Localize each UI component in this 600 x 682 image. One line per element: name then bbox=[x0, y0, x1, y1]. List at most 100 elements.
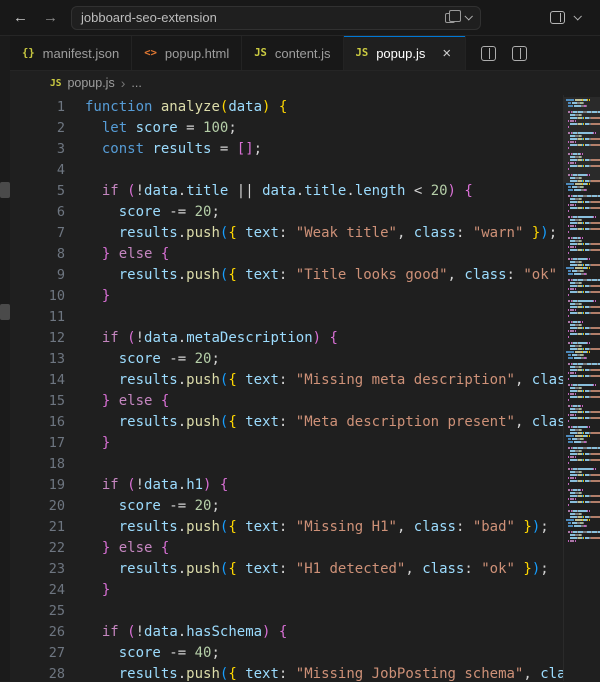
line-number: 6 bbox=[10, 202, 65, 223]
nav-history: ← → bbox=[0, 10, 71, 25]
code-line: 21 results.push({ text: "Missing H1", cl… bbox=[10, 517, 600, 538]
line-number: 13 bbox=[10, 349, 65, 370]
chevron-right-icon: › bbox=[121, 76, 126, 90]
code-line: 2 let score = 100; bbox=[10, 118, 600, 139]
line-number: 16 bbox=[10, 412, 65, 433]
chevron-down-icon[interactable] bbox=[573, 12, 581, 20]
window-title: jobboard-seo-extension bbox=[81, 10, 217, 25]
code-line: 17 } bbox=[10, 433, 600, 454]
line-number: 1 bbox=[10, 97, 65, 118]
tab-label: popup.html bbox=[165, 46, 229, 61]
line-number: 20 bbox=[10, 496, 65, 517]
command-center-actions bbox=[445, 13, 471, 23]
activity-bar-sliver-mark bbox=[0, 304, 10, 320]
breadcrumb[interactable]: JS popup.js › ... bbox=[10, 71, 600, 95]
code-line: 6 score -= 20; bbox=[10, 202, 600, 223]
code-line: 28 results.push({ text: "Missing JobPost… bbox=[10, 664, 600, 681]
line-number: 27 bbox=[10, 643, 65, 664]
file-type-icon: <> bbox=[144, 47, 157, 59]
code-line: 5 if (!data.title || data.title.length <… bbox=[10, 181, 600, 202]
customize-layout-icon[interactable] bbox=[550, 11, 565, 24]
code-line: 8 } else { bbox=[10, 244, 600, 265]
line-number: 18 bbox=[10, 454, 65, 475]
close-icon[interactable]: × bbox=[440, 46, 453, 61]
code-line: 1function analyze(data) { bbox=[10, 97, 600, 118]
line-number: 3 bbox=[10, 139, 65, 160]
line-number: 4 bbox=[10, 160, 65, 181]
code-line: 19 if (!data.h1) { bbox=[10, 475, 600, 496]
tab-manifest-json[interactable]: {} manifest.json bbox=[10, 36, 132, 70]
code-line: 7 results.push({ text: "Weak title", cla… bbox=[10, 223, 600, 244]
code-line: 23 results.push({ text: "H1 detected", c… bbox=[10, 559, 600, 580]
code-line: 18 bbox=[10, 454, 600, 475]
activity-bar-sliver-mark bbox=[0, 182, 10, 198]
tab-bar: {}manifest.json<>popup.htmlJScontent.jsJ… bbox=[10, 36, 600, 71]
new-window-icon[interactable] bbox=[445, 13, 455, 23]
code-line: 14 results.push({ text: "Missing meta de… bbox=[10, 370, 600, 391]
code-line: 15 } else { bbox=[10, 391, 600, 412]
split-editor-icon[interactable] bbox=[481, 46, 496, 61]
code-lines: 1function analyze(data) {2 let score = 1… bbox=[10, 97, 600, 681]
line-number: 26 bbox=[10, 622, 65, 643]
code-line: 26 if (!data.hasSchema) { bbox=[10, 622, 600, 643]
code-line: 11 bbox=[10, 307, 600, 328]
line-number: 7 bbox=[10, 223, 65, 244]
line-number: 10 bbox=[10, 286, 65, 307]
code-line: 20 score -= 20; bbox=[10, 496, 600, 517]
tab-strip: {}manifest.json<>popup.htmlJScontent.jsJ… bbox=[10, 36, 466, 70]
tab-label: manifest.json bbox=[43, 46, 120, 61]
code-line: 25 bbox=[10, 601, 600, 622]
layout-controls bbox=[550, 11, 600, 24]
line-number: 11 bbox=[10, 307, 65, 328]
line-number: 15 bbox=[10, 391, 65, 412]
code-line: 9 results.push({ text: "Title looks good… bbox=[10, 265, 600, 286]
tab-content-js[interactable]: JS content.js bbox=[242, 36, 343, 70]
line-number: 21 bbox=[10, 517, 65, 538]
tab-popup-js[interactable]: JS popup.js × bbox=[344, 36, 467, 70]
main-area: {}manifest.json<>popup.htmlJScontent.jsJ… bbox=[0, 36, 600, 681]
code-editor[interactable]: 1function analyze(data) {2 let score = 1… bbox=[10, 95, 600, 681]
chevron-down-icon[interactable] bbox=[464, 12, 472, 20]
file-type-icon: JS bbox=[356, 47, 369, 59]
minimap-content bbox=[564, 99, 600, 542]
code-line: 27 score -= 40; bbox=[10, 643, 600, 664]
file-type-icon: JS bbox=[254, 47, 267, 59]
tab-label: content.js bbox=[275, 46, 331, 61]
file-type-icon: {} bbox=[22, 47, 35, 59]
code-line: 10 } bbox=[10, 286, 600, 307]
title-bar: ← → jobboard-seo-extension bbox=[0, 0, 600, 36]
line-number: 12 bbox=[10, 328, 65, 349]
line-number: 14 bbox=[10, 370, 65, 391]
line-number: 22 bbox=[10, 538, 65, 559]
code-line: 22 } else { bbox=[10, 538, 600, 559]
breadcrumb-file[interactable]: popup.js bbox=[67, 76, 114, 90]
more-actions-icon[interactable] bbox=[512, 46, 527, 61]
code-line: 3 const results = []; bbox=[10, 139, 600, 160]
code-line: 16 results.push({ text: "Meta descriptio… bbox=[10, 412, 600, 433]
line-number: 24 bbox=[10, 580, 65, 601]
tab-label: popup.js bbox=[376, 46, 425, 61]
line-number: 23 bbox=[10, 559, 65, 580]
js-file-icon: JS bbox=[50, 78, 61, 89]
code-line: 12 if (!data.metaDescription) { bbox=[10, 328, 600, 349]
line-number: 25 bbox=[10, 601, 65, 622]
code-line: 24 } bbox=[10, 580, 600, 601]
line-number: 17 bbox=[10, 433, 65, 454]
editor-group: {}manifest.json<>popup.htmlJScontent.jsJ… bbox=[10, 36, 600, 681]
line-number: 8 bbox=[10, 244, 65, 265]
activity-bar-sliver bbox=[0, 36, 10, 681]
line-number: 5 bbox=[10, 181, 65, 202]
forward-button[interactable]: → bbox=[43, 10, 58, 25]
line-number: 19 bbox=[10, 475, 65, 496]
back-button[interactable]: ← bbox=[13, 10, 28, 25]
command-center[interactable]: jobboard-seo-extension bbox=[71, 6, 481, 30]
line-number: 28 bbox=[10, 664, 65, 681]
breadcrumb-symbol-more[interactable]: ... bbox=[131, 76, 141, 90]
code-line: 4 bbox=[10, 160, 600, 181]
editor-actions bbox=[472, 36, 536, 70]
minimap[interactable] bbox=[563, 95, 600, 681]
code-line: 13 score -= 20; bbox=[10, 349, 600, 370]
line-number: 2 bbox=[10, 118, 65, 139]
tab-popup-html[interactable]: <> popup.html bbox=[132, 36, 242, 70]
line-number: 9 bbox=[10, 265, 65, 286]
